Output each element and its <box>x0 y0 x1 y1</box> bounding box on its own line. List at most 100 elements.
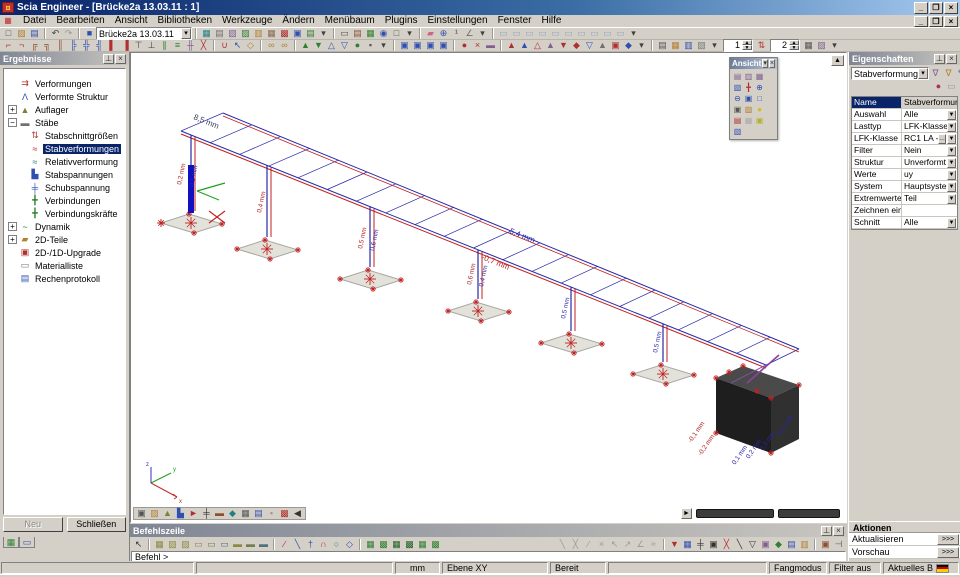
intersect-icon[interactable]: ╳ <box>197 40 210 51</box>
title-bar[interactable]: ¤ Scia Engineer - [Brücke2a 13.03.11 : 1… <box>0 0 960 15</box>
open-small-icon[interactable]: ▨ <box>148 508 161 519</box>
load-group-icon[interactable]: ● <box>351 40 364 51</box>
support-elastic-icon[interactable]: ▽ <box>583 40 596 51</box>
save-results-icon[interactable]: ▤ <box>656 40 669 51</box>
spinner-down-icon[interactable]: ▼ <box>789 45 799 50</box>
more-icon[interactable]: ▾ <box>708 40 721 51</box>
dropdown-icon[interactable]: ▼ <box>947 182 956 192</box>
book-icon[interactable]: ▤ <box>351 28 364 39</box>
load-point-icon[interactable]: ▲ <box>299 40 312 51</box>
snap-surface-icon[interactable]: ▤ <box>785 539 798 550</box>
refresh-button[interactable]: >>> <box>937 534 959 545</box>
tree-item-materialliste[interactable]: ▭Materialliste <box>4 259 125 272</box>
results-tree[interactable]: ⇉VerformungenΛVerformte Struktur+▲Auflag… <box>3 68 126 515</box>
document-icon[interactable]: ▦ <box>2 16 14 26</box>
menu-item-fenster[interactable]: Fenster <box>493 15 537 27</box>
menu-item-einstellungen[interactable]: Einstellungen <box>423 15 493 27</box>
pin-icon[interactable]: ⊥ <box>934 54 945 64</box>
view-settings-icon[interactable]: ▧ <box>732 126 743 137</box>
view-side-icon[interactable]: ▦ <box>754 71 765 82</box>
dot-icon[interactable]: ▪ <box>265 508 278 519</box>
panel-2-icon[interactable]: ▣ <box>411 40 424 51</box>
horizontal-scrollbar[interactable]: ► <box>681 508 840 519</box>
open-project-icon[interactable]: ▨ <box>15 28 28 39</box>
table-results-icon[interactable]: ▦ <box>390 539 403 550</box>
view-frame-3-icon[interactable]: ▭ <box>523 28 536 39</box>
tree-item-relativverformung[interactable]: ≈Relativverformung <box>4 155 125 168</box>
load-line-icon[interactable]: ▼ <box>312 40 325 51</box>
plane-xz-icon[interactable]: ▭ <box>205 539 218 550</box>
grid-toggle-icon[interactable]: ▦ <box>239 508 252 519</box>
library-icon[interactable]: ▤ <box>304 28 317 39</box>
tree-item-verformte-struktur[interactable]: ΛVerformte Struktur <box>4 90 125 103</box>
shading-toggle-icon[interactable]: ◆ <box>226 508 239 519</box>
snap-d-icon[interactable]: × <box>595 539 608 550</box>
tree-item-dynamik[interactable]: +~Dynamik <box>4 220 125 233</box>
view-frame-5-icon[interactable]: ▭ <box>549 28 562 39</box>
chevron-down-icon[interactable]: ▾ <box>918 68 928 79</box>
snap-c-icon[interactable]: ∕ <box>582 539 595 550</box>
dropdown-icon[interactable]: ▼ <box>947 194 956 204</box>
dimension-icon[interactable]: ¹ <box>450 28 463 39</box>
expander-icon[interactable]: + <box>8 105 17 114</box>
combination-icon[interactable]: ⇅ <box>755 40 768 51</box>
render-icon[interactable]: ▤ <box>732 115 743 126</box>
load-thermal-icon[interactable]: ▽ <box>338 40 351 51</box>
point-icon[interactable]: † <box>304 539 317 550</box>
tab-window-icon[interactable]: ▭ <box>19 537 35 548</box>
grid-step-icon[interactable]: ▬ <box>231 539 244 550</box>
mdi-restore-icon[interactable]: ❐ <box>929 16 943 27</box>
support-beam-icon[interactable]: ◆ <box>622 40 635 51</box>
result-type-combo[interactable]: Stabverformungen ▾ <box>851 67 929 80</box>
angle-tool-icon[interactable]: ∠ <box>463 28 476 39</box>
plate-icon[interactable]: ╠ <box>67 40 80 51</box>
expander-icon[interactable]: − <box>8 118 17 127</box>
shell-icon[interactable]: ╣ <box>93 40 106 51</box>
labels-toggle-icon[interactable]: ► <box>187 508 200 519</box>
view-frame-6-icon[interactable]: ▭ <box>562 28 575 39</box>
support-wall-icon[interactable]: ▲ <box>596 40 609 51</box>
grid-line-icon[interactable]: ▬ <box>244 539 257 550</box>
zoom-out-icon[interactable]: ⊖ <box>732 93 743 104</box>
tree-item-auflager[interactable]: +▲Auflager <box>4 103 125 116</box>
scrollbar-thumb[interactable] <box>778 509 840 518</box>
wall-icon[interactable]: ╬ <box>80 40 93 51</box>
pointer-icon[interactable]: ↖ <box>132 539 145 550</box>
tree-item-2d-1d-upgrade[interactable]: ▣2D-/1D-Upgrade <box>4 246 125 259</box>
dropdown-icon[interactable]: ▼ <box>947 218 956 228</box>
view-top-icon[interactable]: ▧ <box>732 82 743 93</box>
shading-icon[interactable]: ▦ <box>743 115 754 126</box>
plane-yz-icon[interactable]: ▭ <box>218 539 231 550</box>
snap-intersection-icon[interactable]: ╳ <box>720 539 733 550</box>
tree-item-rechenprotokoll[interactable]: ▤Rechenprotokoll <box>4 272 125 285</box>
dropdown-icon[interactable]: ▼ <box>947 158 956 168</box>
table-export-icon[interactable]: ▩ <box>429 539 442 550</box>
view-toolbar-header[interactable]: Ansicht ▾ × <box>730 58 777 69</box>
grid-dot-icon[interactable]: ▬ <box>257 539 270 550</box>
menu-item--ndern[interactable]: Ändern <box>277 15 319 27</box>
command-panel-header[interactable]: Befehlszeile ⊥ × <box>130 524 847 537</box>
eraser-icon[interactable]: ▰ <box>424 28 437 39</box>
restore-icon[interactable]: ❐ <box>929 2 943 14</box>
snap-e-icon[interactable]: ↖ <box>608 539 621 550</box>
mdi-close-icon[interactable]: × <box>944 16 958 27</box>
tab-workspace-icon[interactable]: ▦ <box>3 537 19 548</box>
close-icon[interactable]: × <box>115 54 126 64</box>
snap-node-icon[interactable]: ▣ <box>759 539 772 550</box>
chevron-down-icon[interactable]: ▾ <box>762 59 768 68</box>
results-toggle-icon[interactable]: ▙ <box>174 508 187 519</box>
arc-icon[interactable]: ∩ <box>317 539 330 550</box>
line-grid-icon[interactable]: ⊣ <box>832 539 845 550</box>
magnet-icon[interactable]: ∪ <box>218 40 231 51</box>
rendering-toggle-icon[interactable]: ▬ <box>213 508 226 519</box>
view-axo-icon[interactable]: ▤ <box>732 71 743 82</box>
table-edit-icon[interactable]: ▩ <box>377 539 390 550</box>
property-value[interactable]: Nein <box>902 145 947 156</box>
status-snap-mode[interactable]: Fangmodus <box>769 562 827 574</box>
print-icon[interactable]: ▭ <box>338 28 351 39</box>
action-row[interactable]: Aktualisieren >>> <box>849 533 960 546</box>
zoom-all-icon[interactable]: □ <box>754 93 765 104</box>
view-frame-8-icon[interactable]: ▭ <box>588 28 601 39</box>
zoom-tool-icon[interactable]: ⊕ <box>437 28 450 39</box>
results-panel-header[interactable]: Ergebnisse ⊥ × <box>0 52 129 65</box>
